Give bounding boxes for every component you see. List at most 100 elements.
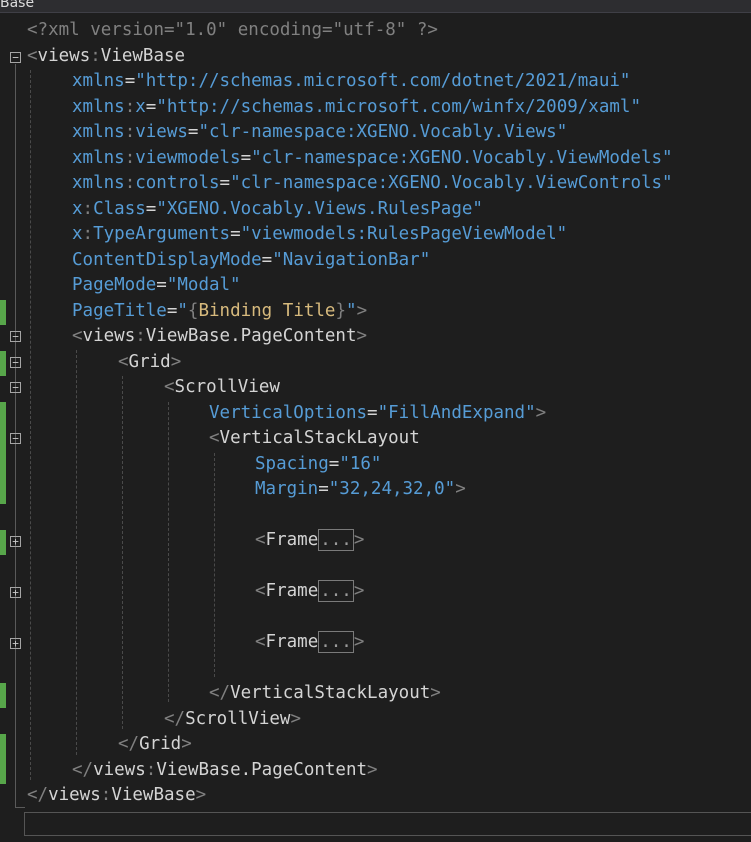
current-line-highlight[interactable] — [24, 812, 751, 836]
fold-toggle-frame-3[interactable]: + — [10, 638, 21, 649]
attr-name: TypeArguments — [93, 224, 231, 244]
attr-value: "32,24,32,0" — [328, 479, 456, 499]
tag-bracket: > — [356, 326, 368, 346]
fold-toggle-grid[interactable]: − — [10, 357, 21, 368]
attr-prefix: xmlns — [72, 122, 125, 142]
element-name: Frame — [265, 530, 319, 550]
attr-prefix: xmlns — [72, 173, 125, 193]
indent-guide — [122, 376, 123, 729]
code-line-6[interactable]: xmlns:viewmodels="clr-namespace:XGENO.Vo… — [72, 146, 673, 172]
tag-bracket: </ — [209, 683, 231, 703]
document-tab[interactable]: Base — [0, 0, 751, 13]
code-line-23[interactable]: <Frame... > — [255, 579, 364, 605]
code-line-7[interactable]: xmlns:controls="clr-namespace:XGENO.Voca… — [72, 171, 673, 197]
code-line-28[interactable]: </ScrollView> — [164, 707, 301, 733]
code-line-15[interactable]: <ScrollView — [164, 375, 280, 401]
colon: : — [124, 97, 136, 117]
quote: " — [346, 301, 357, 321]
tag-bracket: > — [353, 632, 365, 652]
element-name: Frame — [265, 632, 319, 652]
code-line-10[interactable]: ContentDisplayMode="NavigationBar" — [72, 248, 430, 274]
attr-name: PageTitle — [72, 301, 167, 321]
element-name: Grid — [128, 352, 171, 372]
colon: : — [124, 173, 136, 193]
fold-toggle-frame-1[interactable]: + — [10, 536, 21, 547]
tag-bracket: </ — [118, 734, 140, 754]
equals: = — [322, 20, 333, 40]
code-line-11[interactable]: PageMode="Modal" — [72, 273, 241, 299]
brace: } — [335, 301, 347, 321]
code-line-14[interactable]: <Grid> — [118, 350, 181, 376]
xml-decl-close: ?> — [406, 20, 438, 40]
attr-value: "Modal" — [166, 275, 241, 295]
code-line-8[interactable]: x:Class="XGENO.Vocably.Views.RulesPage" — [72, 197, 483, 223]
attr-value: "NavigationBar" — [272, 250, 431, 270]
element-name: VerticalStackLayout — [230, 683, 431, 703]
code-line-18[interactable]: Spacing="16" — [255, 452, 381, 478]
colon: : — [145, 760, 157, 780]
attr-name: Margin — [255, 479, 319, 499]
change-marker — [0, 402, 6, 504]
change-marker — [0, 530, 6, 555]
attr-prefix: xmlns — [72, 97, 125, 117]
colon: : — [82, 199, 94, 219]
collapsed-region-button[interactable]: ... — [318, 529, 354, 551]
fold-toggle-pagecontent[interactable]: − — [10, 331, 21, 342]
code-line-30[interactable]: </views:ViewBase.PageContent> — [72, 758, 378, 784]
attr-prefix: x — [72, 199, 83, 219]
fold-toggle-frame-2[interactable]: + — [10, 587, 21, 598]
code-line-29[interactable]: </Grid> — [118, 732, 192, 758]
code-line-13[interactable]: <views:ViewBase.PageContent> — [72, 324, 367, 350]
element-name: Grid — [139, 734, 182, 754]
change-marker — [0, 683, 6, 708]
fold-toggle-stacklayout[interactable]: − — [10, 433, 21, 444]
code-line-5[interactable]: xmlns:views="clr-namespace:XGENO.Vocably… — [72, 120, 567, 146]
element-name: ViewBase — [100, 46, 186, 66]
fold-toggle-scrollview[interactable]: − — [10, 382, 21, 393]
element-namespace: views — [48, 785, 101, 805]
code-line-19[interactable]: Margin="32,24,32,0"> — [255, 477, 466, 503]
tag-bracket: </ — [72, 760, 94, 780]
fold-toggle-viewbase[interactable]: − — [10, 52, 21, 63]
change-marker — [0, 734, 6, 784]
document-tab-title: Base — [0, 0, 35, 11]
code-line-16[interactable]: VerticalOptions="FillAndExpand"> — [209, 401, 546, 427]
colon: : — [100, 785, 112, 805]
xml-decl: <?xml — [27, 20, 80, 40]
code-line-3[interactable]: xmlns="http://schemas.microsoft.com/dotn… — [72, 69, 630, 95]
code-line-27[interactable]: </VerticalStackLayout> — [209, 681, 441, 707]
code-line-17[interactable]: <VerticalStackLayout — [209, 426, 420, 452]
attr-value: "clr-namespace:XGENO.Vocably.ViewModels" — [251, 148, 673, 168]
attr-name: Class — [93, 199, 146, 219]
attr-name: ContentDisplayMode — [72, 250, 262, 270]
change-marker — [0, 351, 6, 376]
code-line-2[interactable]: <views:ViewBase — [27, 44, 185, 70]
collapsed-region-button[interactable]: ... — [318, 580, 354, 602]
code-line-9[interactable]: x:TypeArguments="viewmodels:RulesPageVie… — [72, 222, 567, 248]
code-line-12[interactable]: PageTitle="{Binding Title}"> — [72, 299, 367, 325]
attr-value: "utf-8" — [332, 20, 407, 40]
code-line-25[interactable]: <Frame... > — [255, 630, 364, 656]
code-line-4[interactable]: xmlns:x="http://schemas.microsoft.com/wi… — [72, 95, 641, 121]
attr-name: encoding — [227, 20, 323, 40]
attr-name: version — [79, 20, 164, 40]
indent-guide — [30, 70, 31, 780]
attr-prefix: xmlns — [72, 148, 125, 168]
attr-name: controls — [135, 173, 220, 193]
code-line-21[interactable]: <Frame... > — [255, 528, 364, 554]
tag-bracket: > — [353, 581, 365, 601]
markup-extension: Binding — [198, 301, 273, 321]
tag-bracket: > — [455, 479, 466, 499]
indent-guide — [168, 402, 169, 702]
code-line-31[interactable]: </views:ViewBase> — [27, 783, 206, 809]
code-line-1[interactable]: <?xml version="1.0" encoding="utf-8" ?> — [27, 18, 438, 44]
element-name: ScrollView — [174, 377, 280, 397]
attr-name: x — [135, 97, 146, 117]
tag-bracket: < — [255, 530, 266, 550]
collapsed-region-button[interactable]: ... — [318, 631, 354, 653]
attr-prefix: x — [72, 224, 83, 244]
element-name: ViewBase.PageContent — [145, 326, 357, 346]
tag-bracket: > — [195, 785, 207, 805]
attr-value: "clr-namespace:XGENO.Vocably.Views" — [198, 122, 568, 142]
element-name: VerticalStackLayout — [219, 428, 420, 448]
